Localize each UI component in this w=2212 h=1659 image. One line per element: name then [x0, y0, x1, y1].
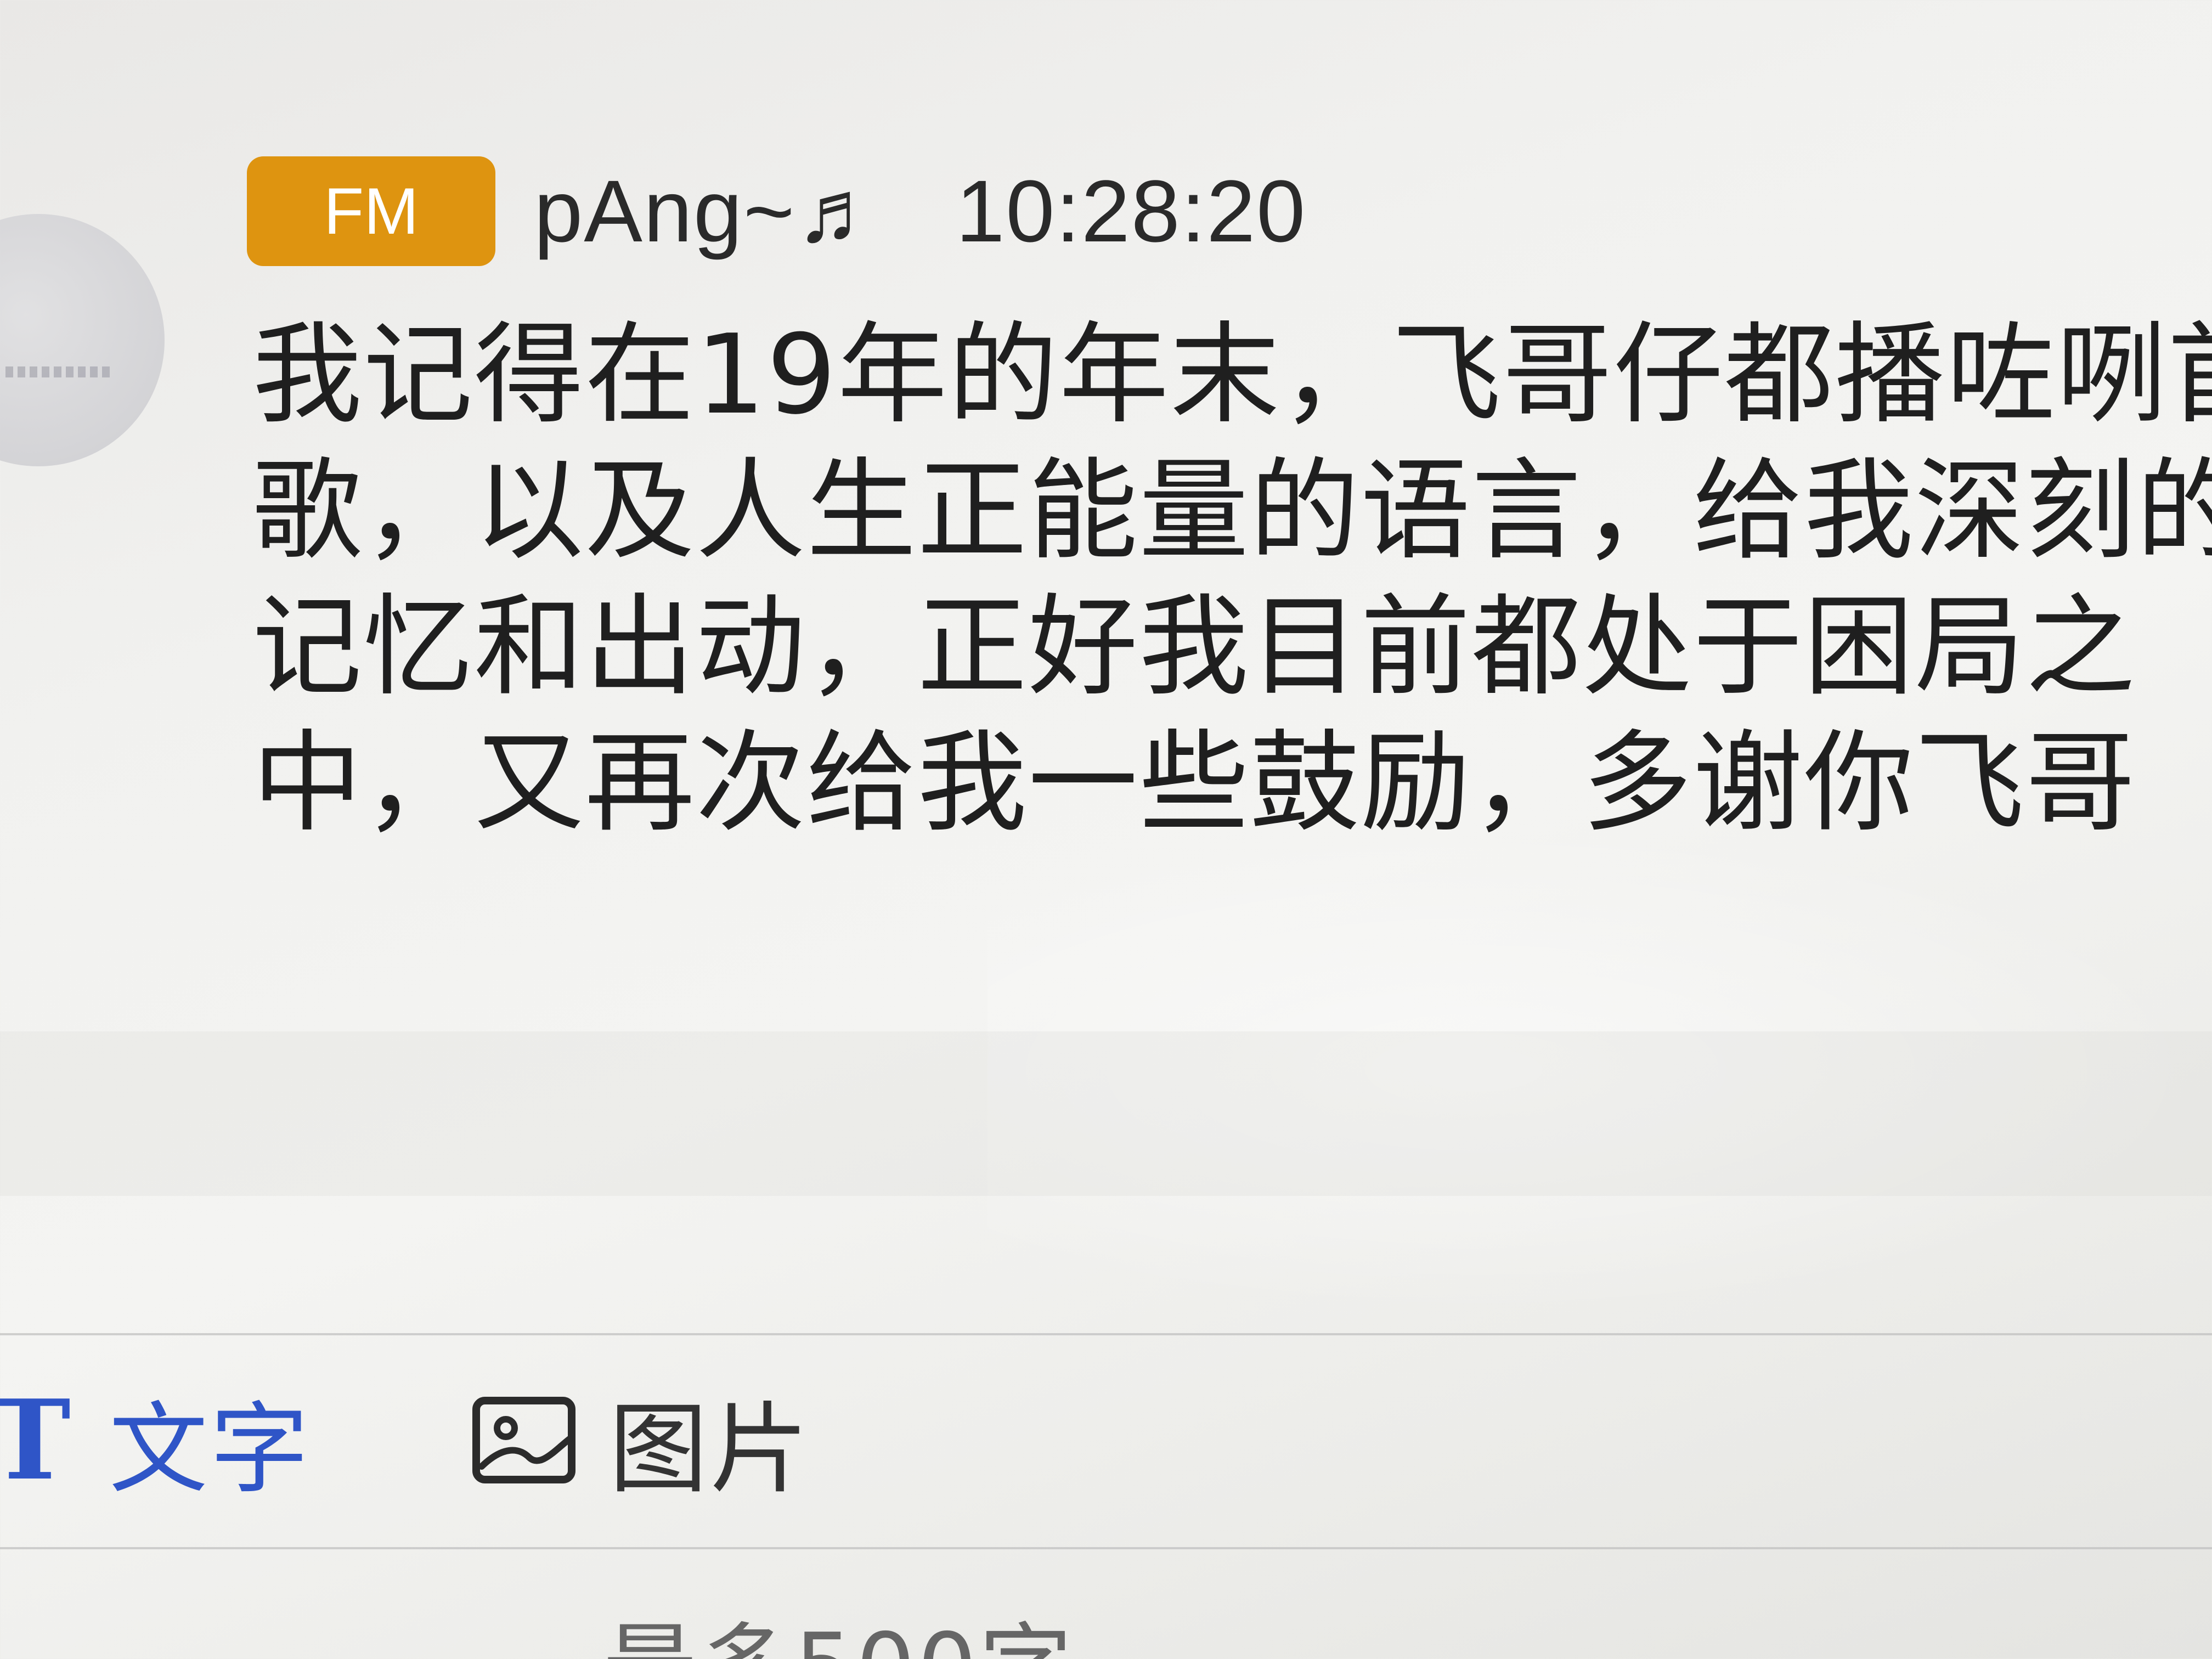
user-avatar[interactable]: [0, 214, 165, 466]
message-card: FM pAng~♬ 10:28:20 我记得在19年的年末，飞哥仔都播咗咧首 歌…: [0, 0, 2212, 1031]
text-format-icon: T: [0, 1375, 71, 1505]
composer-toolbar: T 文字 图片: [0, 1372, 2212, 1509]
picture-icon: [472, 1396, 576, 1484]
text-mode-button[interactable]: T 文字: [0, 1372, 311, 1509]
image-mode-button[interactable]: 图片: [472, 1372, 811, 1509]
character-limit-text: 最多500字: [603, 1613, 1074, 1659]
message-line: 记忆和出动，正好我目前都处于困局之: [252, 583, 2137, 711]
message-line: 我记得在19年的年末，飞哥仔都播咗咧首: [252, 311, 2212, 439]
message-text: 我记得在19年的年末，飞哥仔都播咗咧首 歌，以及人生正能量的语言，给我深刻的 记…: [252, 307, 2212, 851]
message-line: 歌，以及人生正能量的语言，给我深刻的: [252, 447, 2212, 575]
section-band: [0, 1031, 2212, 1196]
avatar-caption-mark: [5, 366, 110, 377]
toolbar-divider-top: [0, 1333, 2212, 1335]
text-mode-label: 文字: [109, 1392, 311, 1507]
message-header: FM pAng~♬ 10:28:20: [247, 148, 1306, 274]
fm-badge: FM: [247, 156, 496, 266]
image-mode-label: 图片: [609, 1392, 811, 1507]
toolbar-divider-bottom: [0, 1547, 2212, 1549]
message-timestamp: 10:28:20: [956, 162, 1307, 260]
message-line: 中，又再次给我一些鼓励，多谢你飞哥: [252, 719, 2137, 847]
username[interactable]: pAng~♬: [534, 161, 884, 262]
